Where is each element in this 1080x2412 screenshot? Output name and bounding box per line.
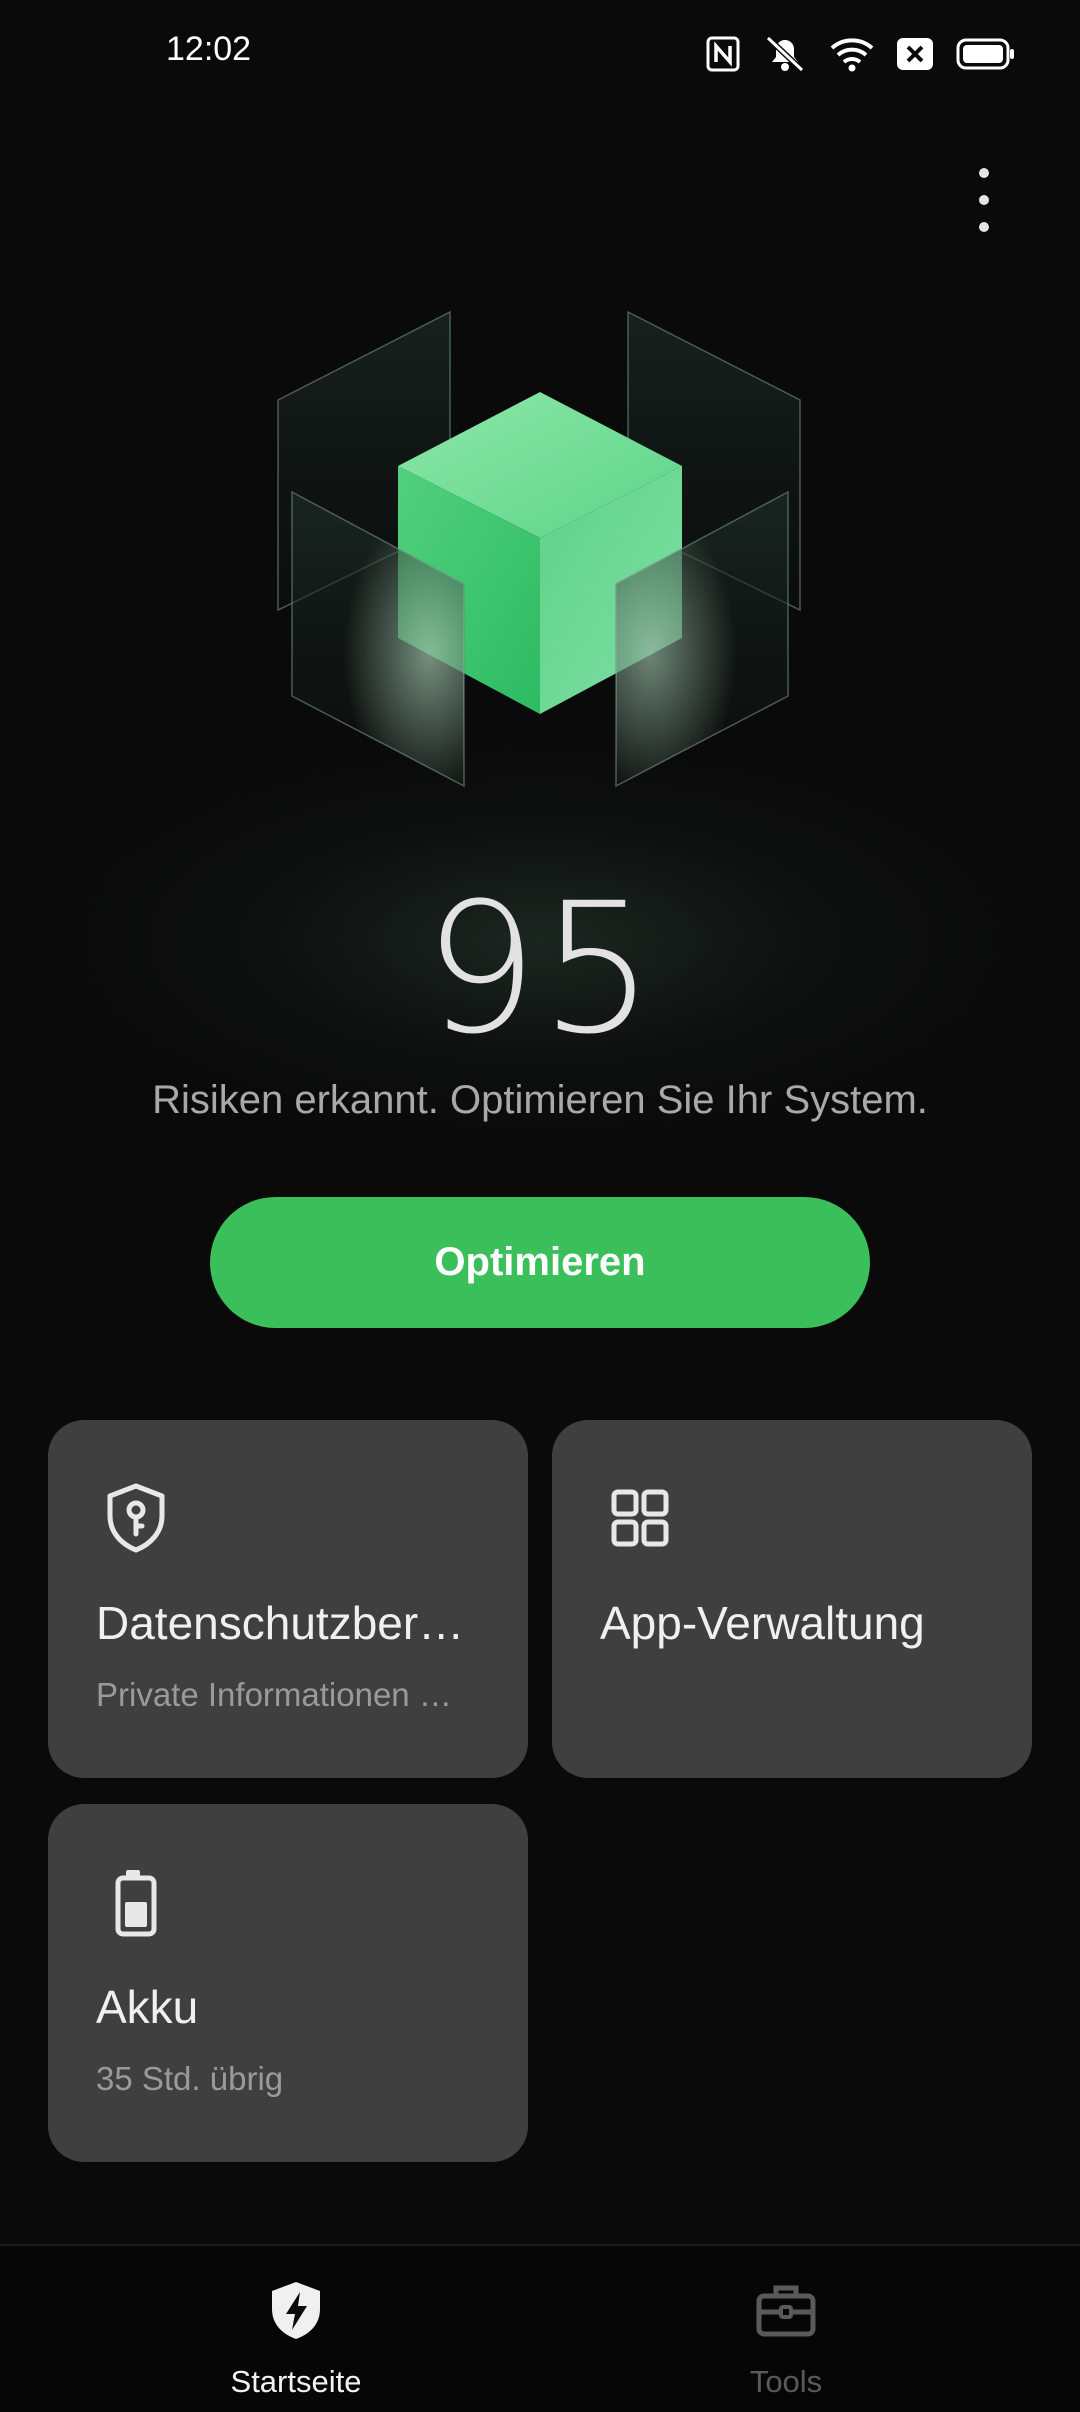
optimize-button[interactable]: Optimieren <box>210 1197 870 1328</box>
card-battery[interactable]: Akku 35 Std. übrig <box>48 1804 528 2162</box>
toolbox-icon <box>756 2285 816 2337</box>
security-cube-illustration <box>277 310 801 788</box>
more-vertical-icon-dot <box>979 222 989 232</box>
card-title: Akku <box>96 1981 199 2033</box>
app-grid-icon <box>611 1489 669 1547</box>
privacy-shield-key-icon <box>107 1483 165 1553</box>
status-icons <box>706 32 1016 76</box>
tab-home-label: Startseite <box>230 2364 362 2399</box>
wifi-icon <box>830 36 874 72</box>
tab-tools-label: Tools <box>749 2364 823 2399</box>
card-subtitle: 35 Std. übrig <box>96 2060 284 2097</box>
card-app-management[interactable]: App-Verwaltung <box>552 1420 1032 1778</box>
more-options-button[interactable] <box>960 168 1008 232</box>
phone-manager-screen: 12:02 95 Risiken erkannt. Optimieren Sie… <box>0 0 1080 2412</box>
tab-home[interactable]: Startseite <box>26 2246 566 2412</box>
tab-tools[interactable]: Tools <box>516 2246 1056 2412</box>
card-title: App-Verwaltung <box>600 1597 925 1649</box>
status-time: 12:02 <box>166 30 252 68</box>
score-description: Risiken erkannt. Optimieren Sie Ihr Syst… <box>152 1078 928 1122</box>
battery-status-icon <box>956 38 1016 70</box>
sim-blocked-icon <box>896 37 934 71</box>
battery-icon <box>115 1870 157 1937</box>
card-privacy[interactable]: Datenschutzber… Private Informationen … <box>48 1420 528 1778</box>
card-subtitle: Private Informationen … <box>96 1676 452 1713</box>
more-vertical-icon-dot <box>979 168 989 178</box>
status-bar: 12:02 <box>0 0 1080 110</box>
more-vertical-icon-dot <box>979 195 989 205</box>
bottom-navigation: Startseite Tools <box>0 2244 1080 2412</box>
mute-icon <box>762 34 808 74</box>
card-title: Datenschutzber… <box>96 1597 465 1649</box>
home-shield-bolt-icon <box>272 2282 320 2339</box>
security-score: 95 <box>423 865 657 1074</box>
nfc-icon <box>706 36 740 72</box>
